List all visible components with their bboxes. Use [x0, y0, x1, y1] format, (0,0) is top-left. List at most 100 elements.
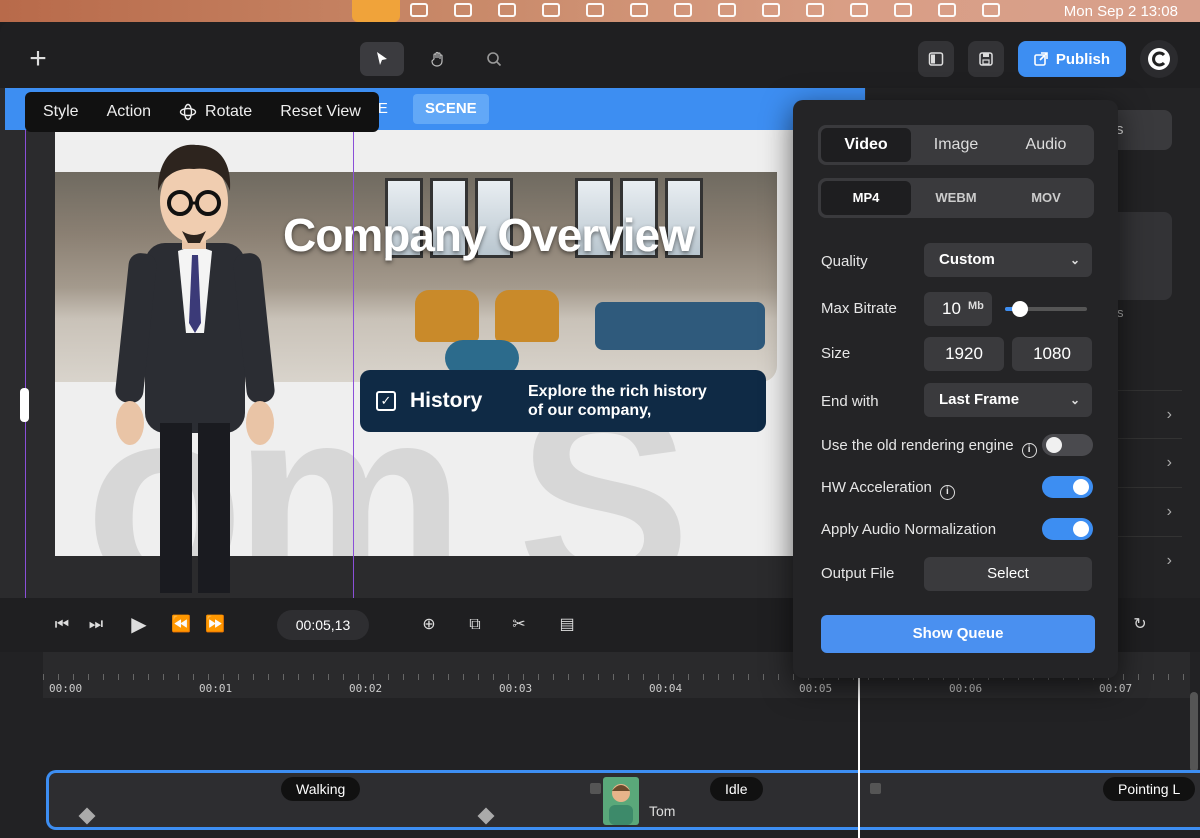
- clip-idle[interactable]: Idle: [710, 777, 763, 801]
- canvas-area[interactable]: NE SCENE Style Action Rotate Reset View …: [0, 88, 870, 598]
- end-with-label: End with: [821, 393, 879, 410]
- clip-walking[interactable]: Walking: [281, 777, 361, 801]
- play-icon[interactable]: ▶: [127, 614, 151, 636]
- app-logo-icon[interactable]: [1140, 40, 1178, 78]
- audio-norm-toggle[interactable]: [1042, 518, 1093, 540]
- keyframe-diamond[interactable]: [477, 807, 495, 825]
- bitrate-slider-knob[interactable]: [1011, 301, 1028, 317]
- format-mp4[interactable]: MP4: [821, 181, 911, 215]
- resize-handle[interactable]: [20, 388, 29, 422]
- menubar-status-icons: [410, 3, 1000, 17]
- zoom-tool-button[interactable]: [472, 42, 516, 76]
- playhead[interactable]: [858, 678, 860, 838]
- status-icon-8[interactable]: [718, 3, 736, 17]
- avatar-character[interactable]: [100, 133, 290, 593]
- rewind-icon[interactable]: ⏪: [169, 614, 193, 636]
- menubar-clock[interactable]: Mon Sep 2 13:08: [1064, 3, 1178, 20]
- status-icon-4[interactable]: [542, 3, 560, 17]
- clip-marker[interactable]: [870, 783, 881, 794]
- panel-row-3[interactable]: ›: [1112, 487, 1182, 535]
- search-icon[interactable]: [938, 3, 956, 17]
- rotate-menu-item[interactable]: Rotate: [179, 103, 252, 121]
- tab-audio[interactable]: Audio: [1001, 128, 1091, 162]
- pan-tool-button[interactable]: [416, 42, 460, 76]
- status-icon-9[interactable]: [762, 3, 780, 17]
- panel-row-4[interactable]: ›: [1112, 536, 1182, 584]
- card-description: Explore the rich history of our company,: [528, 382, 707, 420]
- skip-to-start-icon[interactable]: ⏮: [50, 614, 74, 636]
- end-with-select[interactable]: Last Frame ⌄: [924, 383, 1092, 417]
- quality-select[interactable]: Custom ⌄: [924, 243, 1092, 277]
- chevron-down-icon: ⌄: [1069, 393, 1080, 407]
- quality-label: Quality: [821, 253, 868, 270]
- bitrate-slider[interactable]: [1005, 301, 1087, 317]
- step-forward-icon[interactable]: ⏭: [84, 614, 108, 636]
- format-webm[interactable]: WEBM: [911, 181, 1001, 215]
- tab-image[interactable]: Image: [911, 128, 1001, 162]
- export-popup: Video Image Audio MP4 WEBM MOV Quality C…: [793, 100, 1118, 678]
- reset-view-menu-item[interactable]: Reset View: [280, 103, 361, 121]
- clip-pointing[interactable]: Pointing L: [1103, 777, 1196, 801]
- wifi-icon[interactable]: [894, 3, 912, 17]
- show-queue-button[interactable]: Show Queue: [821, 615, 1095, 653]
- slide-title[interactable]: Company Overview: [283, 208, 695, 262]
- keyframe-diamond[interactable]: [78, 807, 96, 825]
- info-icon[interactable]: i: [939, 485, 955, 500]
- add-icon[interactable]: +: [22, 44, 54, 78]
- add-circle-icon[interactable]: ⊕: [417, 614, 441, 636]
- captions-icon[interactable]: ▤: [555, 614, 579, 636]
- tick-label: 00:07: [1099, 682, 1133, 695]
- width-input[interactable]: 1920: [924, 337, 1004, 371]
- toggle-panel-button[interactable]: [917, 41, 954, 77]
- control-center-icon[interactable]: [982, 3, 1000, 17]
- status-icon-6[interactable]: [630, 3, 648, 17]
- audio-norm-label: Apply Audio Normalization: [821, 521, 997, 538]
- hw-accel-toggle[interactable]: [1042, 476, 1093, 498]
- redo-icon[interactable]: ↻: [1128, 614, 1152, 636]
- old-engine-toggle[interactable]: [1042, 434, 1093, 456]
- scene-tab[interactable]: SCENE: [413, 94, 489, 124]
- card-text-line1: Explore the rich history: [528, 383, 707, 400]
- tab-video[interactable]: Video: [821, 128, 911, 162]
- guide-line-left: [25, 130, 26, 598]
- status-icon-2[interactable]: [454, 3, 472, 17]
- save-button[interactable]: [967, 41, 1004, 77]
- fast-forward-icon[interactable]: ⏩: [203, 614, 227, 636]
- floppy-disk-icon: [979, 52, 993, 66]
- timeline[interactable]: 00:00 00:01 00:02 00:03 00:04 00:05 00:0…: [0, 652, 1200, 838]
- bluetooth-icon[interactable]: [806, 3, 824, 17]
- height-input[interactable]: 1080: [1012, 337, 1092, 371]
- avatar-track[interactable]: Walking Idle Pointing L Tom: [46, 770, 1200, 830]
- cursor-arrow-icon: [377, 52, 387, 65]
- external-link-icon: [1034, 52, 1048, 66]
- mic-active-indicator[interactable]: [352, 0, 400, 22]
- card-heading: History: [410, 389, 483, 412]
- app-window: Mon Sep 2 13:08 + Publish SCENE Style Ac…: [0, 0, 1200, 838]
- tick-label: 00:05: [799, 682, 833, 695]
- info-icon[interactable]: i: [1021, 443, 1037, 458]
- macos-menubar: Mon Sep 2 13:08: [0, 0, 1200, 22]
- panel-row-2[interactable]: ›: [1112, 438, 1182, 486]
- select-tool-button[interactable]: [360, 42, 404, 76]
- timeline-scrollbar[interactable]: [1190, 692, 1198, 772]
- tick-label: 00:04: [649, 682, 683, 695]
- scissors-icon[interactable]: ✂: [507, 614, 531, 636]
- status-icon-7[interactable]: [674, 3, 692, 17]
- duplicate-icon[interactable]: ⧉: [463, 614, 487, 636]
- bitrate-value: 10: [942, 299, 961, 318]
- action-menu-item[interactable]: Action: [107, 103, 151, 121]
- panel-row-1[interactable]: ›: [1112, 390, 1182, 438]
- publish-button[interactable]: Publish: [1017, 41, 1126, 77]
- status-icon-1[interactable]: [410, 3, 428, 17]
- status-icon-5[interactable]: [586, 3, 604, 17]
- select-output-button[interactable]: Select: [924, 557, 1092, 591]
- status-icon-3[interactable]: [498, 3, 516, 17]
- current-time[interactable]: 00:05,13: [277, 610, 369, 640]
- format-mov[interactable]: MOV: [1001, 181, 1091, 215]
- battery-icon[interactable]: [850, 3, 868, 17]
- style-menu-item[interactable]: Style: [43, 103, 79, 121]
- clip-marker[interactable]: [590, 783, 601, 794]
- sidebar-icon: [928, 52, 944, 66]
- old-engine-label: Use the old rendering engine: [821, 437, 1014, 454]
- history-card[interactable]: ✓ History Explore the rich history of ou…: [360, 370, 766, 432]
